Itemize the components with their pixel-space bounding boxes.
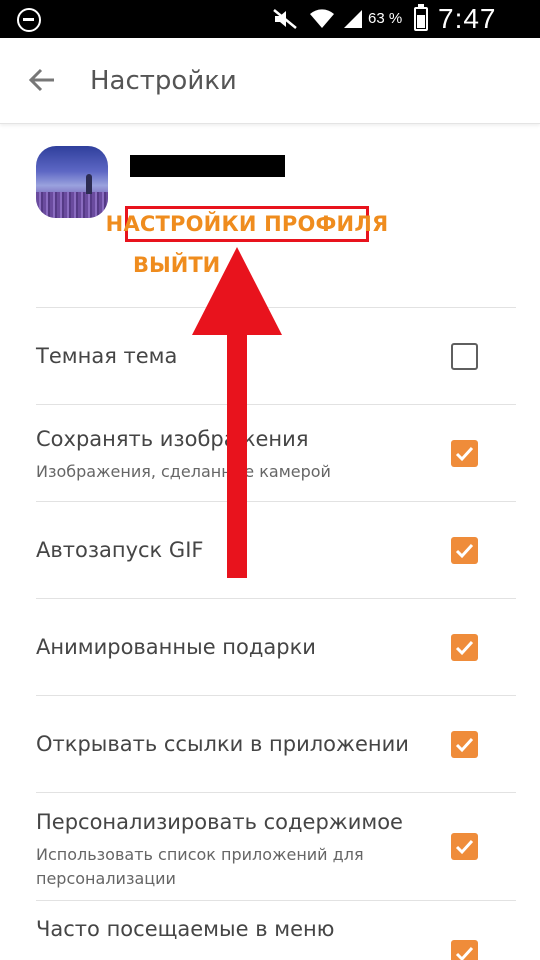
setting-title-autoplay-gif[interactable]: Автозапуск GIF [36,538,203,562]
checkmark-icon [455,640,474,656]
divider [36,404,516,405]
avatar-field [36,192,108,218]
avatar[interactable] [36,146,108,218]
setting-title-animated-gifts[interactable]: Анимированные подарки [36,635,316,659]
checkbox-animated-gifts[interactable] [451,634,478,661]
checkmark-icon [455,839,474,855]
setting-subtitle-save-images: Изображения, сделанные камерой [36,462,331,481]
minus-circle-icon [17,8,41,32]
logout-link[interactable]: ВЫЙТИ [133,253,220,277]
checkbox-save-images[interactable] [451,440,478,467]
mute-icon [273,9,297,29]
divider [36,598,516,599]
checkbox-frequent-in-menu[interactable] [451,940,478,960]
page-title: Настройки [90,66,237,96]
setting-subtitle-personalize: Использовать список приложений для персо… [36,845,364,888]
arrow-left-icon[interactable] [28,66,56,94]
checkbox-open-links[interactable] [451,731,478,758]
checkbox-autoplay-gif[interactable] [451,537,478,564]
divider [36,900,516,901]
checkmark-icon [455,737,474,753]
setting-title-frequent-in-menu[interactable]: Часто посещаемые в меню [36,917,334,941]
divider [36,501,516,502]
battery-icon [414,4,428,31]
setting-title-dark-theme[interactable]: Темная тема [36,344,177,368]
wifi-icon [310,9,334,28]
checkmark-icon [455,446,474,462]
redacted-username [130,155,285,177]
checkmark-icon [455,946,474,960]
avatar-tree [86,174,92,194]
status-bar: 63 % 7:47 PM [0,0,540,66]
profile-settings-link[interactable]: НАСТРОЙКИ ПРОФИЛЯ [106,206,388,242]
setting-title-save-images[interactable]: Сохранять изображения [36,427,308,451]
divider [36,792,516,793]
signal-icon [344,10,362,28]
setting-title-personalize[interactable]: Персонализировать содержимое [36,810,403,834]
checkbox-personalize[interactable] [451,833,478,860]
app-toolbar: Настройки [0,38,540,124]
setting-title-open-links[interactable]: Открывать ссылки в приложении [36,732,409,756]
divider [36,307,516,308]
checkbox-dark-theme[interactable] [451,343,478,370]
battery-percentage: 63 % [368,10,403,27]
divider [36,695,516,696]
checkmark-icon [455,543,474,559]
